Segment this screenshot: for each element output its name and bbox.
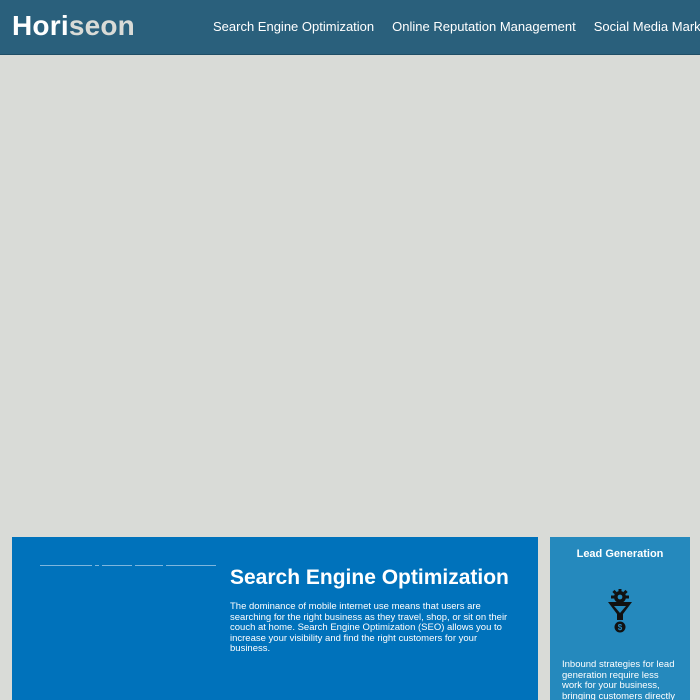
svg-text:$: $ — [618, 623, 623, 632]
lead-generation-text: Inbound strategies for lead generation r… — [562, 659, 675, 700]
lead-generation-title: Lead Generation — [576, 548, 664, 560]
nav-link-social-media-marketing[interactable]: Social Media Marketing — [594, 19, 700, 34]
site-header: Horiseon Search Engine Optimization Onli… — [0, 0, 700, 55]
nav-link-search-engine-optimization[interactable]: Search Engine Optimization — [213, 19, 374, 34]
seo-card-text: The dominance of mobile internet use mea… — [230, 601, 508, 654]
logo-text-seon: seon — [68, 10, 135, 41]
hero-banner — [0, 56, 700, 536]
funnel-gear-icon: $ — [604, 588, 636, 634]
seo-card-title: Search Engine Optimization — [230, 566, 509, 589]
main-nav: Search Engine Optimization Online Reputa… — [213, 19, 700, 34]
nav-link-online-reputation-management[interactable]: Online Reputation Management — [392, 19, 576, 34]
site-logo[interactable]: Horiseon — [12, 10, 135, 42]
logo-text-hori: Hori — [12, 10, 69, 41]
seo-image-placeholder — [40, 565, 216, 568]
